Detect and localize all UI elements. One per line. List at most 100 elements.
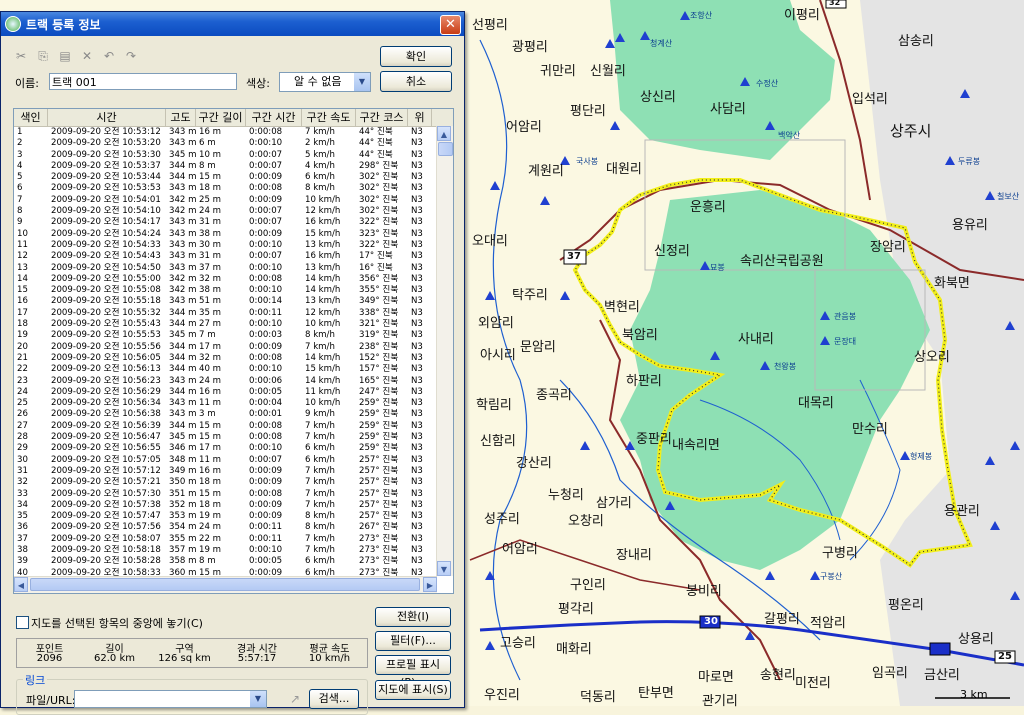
column-header[interactable]: 구간 속도 [302, 109, 356, 126]
table-row[interactable]: 21 2009-09-20 오전 10:56:05 344 m 32 m 0:00:08… [14, 353, 453, 364]
table-row[interactable]: 6 2009-09-20 오전 10:53:53 343 m 18 m 0:00:08 8… [14, 183, 453, 194]
trade-button[interactable]: 전환(I) [375, 607, 451, 627]
table-cell: 37 m [199, 262, 222, 273]
undo-icon[interactable]: ↶ [101, 48, 117, 64]
show-profile-button[interactable]: 프로필 표시(P)... [375, 655, 451, 689]
redo-icon[interactable]: ↷ [123, 48, 139, 64]
track-properties-dialog: 트랙 등록 정보 ✕ ✂ ⎘ ▤ ✕ ↶ ↷ 확인 이름: 트랙 001 색상:… [0, 11, 465, 715]
table-row[interactable]: 3 2009-09-20 오전 10:53:30 345 m 10 m 0:00:07 5… [14, 150, 453, 161]
table-cell: 17° 진북 [359, 251, 393, 262]
filter-button[interactable]: 필터(F)... [375, 631, 451, 651]
column-header[interactable]: 시간 [48, 109, 166, 126]
table-row[interactable]: 12 2009-09-20 오전 10:54:43 343 m 31 m 0:00:07… [14, 251, 453, 262]
table-row[interactable]: 22 2009-09-20 오전 10:56:13 344 m 40 m 0:00:10… [14, 364, 453, 375]
table-cell: 354 m [169, 522, 196, 533]
table-cell: N3 [411, 341, 423, 352]
table-row[interactable]: 27 2009-09-20 오전 10:56:39 344 m 15 m 0:00:08… [14, 421, 453, 432]
table-row[interactable]: 11 2009-09-20 오전 10:54:33 343 m 30 m 0:00:10… [14, 240, 453, 251]
table-row[interactable]: 8 2009-09-20 오전 10:54:10 342 m 24 m 0:00:07 1… [14, 206, 453, 217]
table-row[interactable]: 13 2009-09-20 오전 10:54:50 343 m 37 m 0:00:10… [14, 263, 453, 274]
table-cell: 2009-09-20 오전 10:53:53 [51, 183, 161, 194]
table-row[interactable]: 17 2009-09-20 오전 10:55:32 344 m 35 m 0:00:11… [14, 308, 453, 319]
table-row[interactable]: 15 2009-09-20 오전 10:55:08 342 m 38 m 0:00:10… [14, 285, 453, 296]
table-cell: 343 m [169, 409, 196, 420]
table-cell: 32 [17, 477, 28, 488]
table-row[interactable]: 37 2009-09-20 오전 10:58:07 355 m 22 m 0:00:11… [14, 534, 453, 545]
vertical-scrollbar[interactable]: ▲ ▼ [436, 126, 453, 576]
table-row[interactable]: 33 2009-09-20 오전 10:57:30 351 m 15 m 0:00:08… [14, 489, 453, 500]
table-row[interactable]: 16 2009-09-20 오전 10:55:18 343 m 51 m 0:00:14… [14, 296, 453, 307]
column-header[interactable]: 색인 [14, 109, 48, 126]
table-row[interactable]: 2 2009-09-20 오전 10:53:20 343 m6 m 0:00:10 2 … [14, 138, 453, 149]
table-row[interactable]: 31 2009-09-20 오전 10:57:12 349 m 16 m 0:00:09… [14, 466, 453, 477]
table-cell: 20 [17, 341, 28, 352]
scroll-right-icon[interactable]: ▶ [423, 577, 437, 592]
table-cell: 8 m [199, 160, 216, 171]
table-row[interactable]: 24 2009-09-20 오전 10:56:29 344 m 16 m 0:00:05… [14, 387, 453, 398]
table-row[interactable]: 23 2009-09-20 오전 10:56:23 343 m 24 m 0:00:06… [14, 376, 453, 387]
table-row[interactable]: 18 2009-09-20 오전 10:55:43 344 m 27 m 0:00:10… [14, 319, 453, 330]
table-row[interactable]: 25 2009-09-20 오전 10:56:34 343 m 11 m 0:00:04… [14, 398, 453, 409]
cut-icon[interactable]: ✂ [13, 48, 29, 64]
table-row[interactable]: 35 2009-09-20 오전 10:57:47 353 m 19 m 0:00:09… [14, 511, 453, 522]
table-row[interactable]: 32 2009-09-20 오전 10:57:21 350 m 18 m 0:00:09… [14, 477, 453, 488]
table-row[interactable]: 34 2009-09-20 오전 10:57:38 352 m 18 m 0:00:09… [14, 500, 453, 511]
table-row[interactable]: 28 2009-09-20 오전 10:56:47 345 m 15 m 0:00:08… [14, 432, 453, 443]
chevron-down-icon[interactable]: ▼ [354, 73, 370, 91]
table-cell: N3 [411, 149, 423, 160]
chevron-down-icon[interactable]: ▼ [250, 691, 266, 707]
place-label: 강산리 [516, 456, 552, 471]
dialog-titlebar[interactable]: 트랙 등록 정보 [1, 12, 464, 36]
table-cell: 2009-09-20 오전 10:56:34 [51, 398, 161, 409]
center-map-label: 지도를 선택된 항목의 중앙에 놓기(C) [31, 617, 203, 630]
table-cell: 257° 진북 [359, 511, 399, 522]
copy-icon[interactable]: ⎘ [35, 48, 51, 64]
table-row[interactable]: 10 2009-09-20 오전 10:54:24 343 m 38 m 0:00:09… [14, 229, 453, 240]
show-on-map-button[interactable]: 지도에 표시(S) [375, 680, 451, 700]
delete-icon[interactable]: ✕ [79, 48, 95, 64]
table-row[interactable]: 36 2009-09-20 오전 10:57:56 354 m 24 m 0:00:11… [14, 522, 453, 533]
table-cell: 0:00:08 [249, 420, 283, 431]
horizontal-scrollbar[interactable]: ◀ ▶ [14, 576, 437, 593]
table-row[interactable]: 29 2009-09-20 오전 10:56:55 346 m 17 m 0:00:10… [14, 443, 453, 454]
table-cell: 344 m [169, 341, 196, 352]
scroll-down-icon[interactable]: ▼ [437, 561, 451, 576]
column-header[interactable]: 고도 [166, 109, 196, 126]
paste-icon[interactable]: ▤ [57, 48, 73, 64]
trackpoint-list[interactable]: 색인 시간 고도 구간 길이 구간 시간 구간 속도 구간 코스 위 1 2009-09-20 … [13, 108, 454, 594]
table-row[interactable]: 14 2009-09-20 오전 10:55:00 342 m 32 m 0:00:08… [14, 274, 453, 285]
table-cell: 3 [17, 149, 23, 160]
table-row[interactable]: 20 2009-09-20 오전 10:55:56 344 m 17 m 0:00:09… [14, 342, 453, 353]
url-input[interactable]: ▼ [74, 690, 267, 708]
table-row[interactable]: 5 2009-09-20 오전 10:53:44 344 m 15 m 0:00:09 6… [14, 172, 453, 183]
peak-label: 수정산 [756, 79, 779, 88]
column-header[interactable]: 구간 시간 [246, 109, 302, 126]
column-header[interactable]: 구간 길이 [196, 109, 246, 126]
go-link-icon[interactable]: ↗ [287, 691, 303, 707]
table-row[interactable]: 38 2009-09-20 오전 10:58:18 357 m 19 m 0:00:10… [14, 545, 453, 556]
column-header[interactable]: 구간 코스 [356, 109, 408, 126]
table-cell: 38 m [199, 285, 222, 296]
table-row[interactable]: 26 2009-09-20 오전 10:56:38 343 m3 m 0:00:01 9… [14, 409, 453, 420]
column-header[interactable]: 위 [408, 109, 432, 126]
scroll-thumb[interactable] [438, 142, 453, 156]
table-row[interactable]: 19 2009-09-20 오전 10:55:53 345 m7 m 0:00:03 8… [14, 330, 453, 341]
scroll-up-icon[interactable]: ▲ [437, 126, 451, 141]
close-button[interactable]: ✕ [440, 15, 461, 35]
table-row[interactable]: 9 2009-09-20 오전 10:54:17 343 m 31 m 0:00:07 1… [14, 217, 453, 228]
list-body: 1 2009-09-20 오전 10:53:12 343 m 16 m 0:00:08 7… [14, 127, 453, 579]
table-row[interactable]: 7 2009-09-20 오전 10:54:01 342 m 25 m 0:00:09 1… [14, 195, 453, 206]
cancel-button[interactable]: 취소 [380, 71, 452, 92]
ok-button[interactable]: 확인 [380, 46, 452, 67]
color-select[interactable]: 알 수 없음 ▼ [279, 72, 371, 92]
center-map-checkbox[interactable] [16, 616, 29, 629]
table-row[interactable]: 4 2009-09-20 오전 10:53:37 344 m8 m 0:00:07 4 … [14, 161, 453, 172]
name-input[interactable]: 트랙 001 [49, 73, 237, 90]
table-row[interactable]: 1 2009-09-20 오전 10:53:12 343 m 16 m 0:00:08 7… [14, 127, 453, 138]
browse-button[interactable]: 검색... [309, 689, 359, 709]
table-row[interactable]: 30 2009-09-20 오전 10:57:05 348 m 11 m 0:00:07… [14, 455, 453, 466]
table-row[interactable]: 39 2009-09-20 오전 10:58:28 358 m8 m 0:00:05 6… [14, 556, 453, 567]
scroll-left-icon[interactable]: ◀ [14, 577, 28, 592]
hscroll-thumb[interactable] [30, 578, 420, 591]
table-cell: 0:00:11 [249, 307, 283, 318]
